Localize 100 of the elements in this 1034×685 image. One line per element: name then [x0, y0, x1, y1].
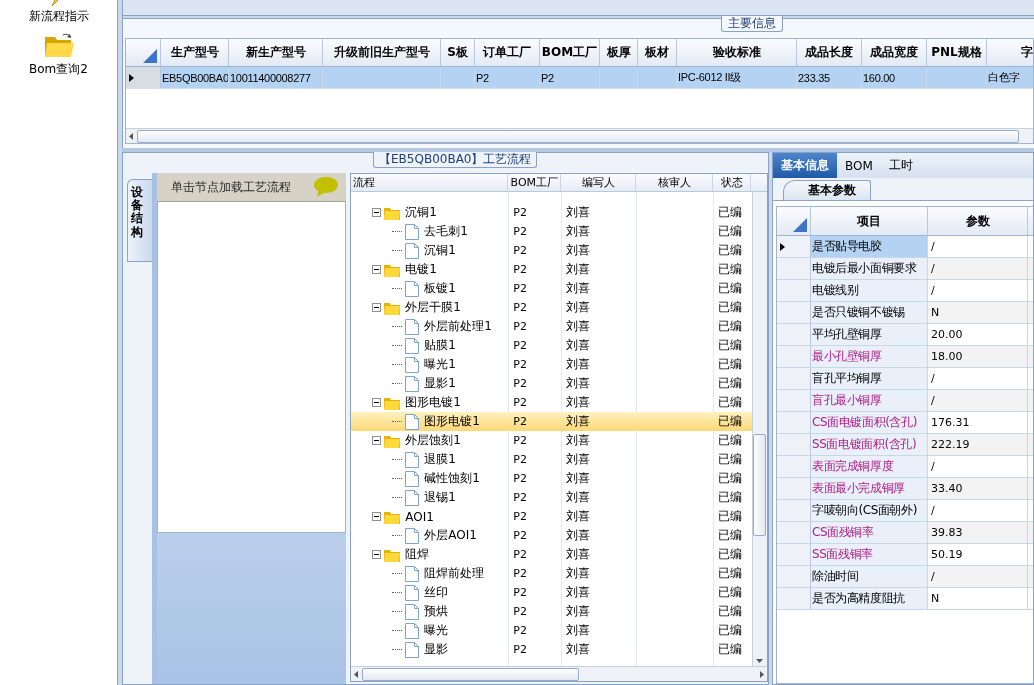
tree-node[interactable]: 退膜1 [422, 451, 458, 468]
column-header[interactable]: 板厚 [600, 39, 638, 66]
tree-node[interactable]: 贴膜1 [422, 337, 458, 354]
column-header[interactable]: 新生产型号 [229, 39, 323, 66]
column-header[interactable]: BOM工厂 [540, 39, 600, 66]
tree-row[interactable]: 退膜1 P2 刘喜 已编 [351, 450, 752, 469]
tree-row[interactable]: 曝光 P2 刘喜 已编 [351, 621, 752, 640]
tree-node[interactable]: 曝光 [422, 622, 451, 639]
tree-node[interactable]: 图形电镀1 [403, 394, 463, 411]
collapse-icon[interactable] [372, 512, 382, 521]
tree-row[interactable]: 板镀1 P2 刘喜 已编 [351, 279, 752, 298]
tree-row[interactable]: 图形电镀1 P2 刘喜 已编 [351, 412, 752, 431]
column-header[interactable]: 成品长度 [797, 39, 862, 66]
column-header[interactable]: 状态 [713, 174, 752, 191]
table-row[interactable]: 盲孔最小铜厚 / [777, 390, 1033, 412]
horizontal-scrollbar[interactable] [351, 666, 767, 681]
tree-row[interactable]: 阻焊前处理 P2 刘喜 已编 [351, 564, 752, 583]
tree-row[interactable]: 显影 P2 刘喜 已编 [351, 640, 752, 659]
table-row[interactable]: 表面最小完成铜厚 33.40 [777, 478, 1033, 500]
scrollbar-thumb[interactable] [753, 434, 767, 536]
table-row[interactable]: 平均孔壁铜厚 20.00 [777, 324, 1033, 346]
column-header[interactable]: 板材 [638, 39, 677, 66]
tab[interactable]: 基本信息 [773, 153, 837, 178]
tree-node[interactable]: 外层前处理1 [422, 318, 494, 335]
tree-node[interactable]: 外层蚀刻1 [403, 432, 463, 449]
tree-row[interactable]: 曝光1 P2 刘喜 已编 [351, 355, 752, 374]
tree-row[interactable]: 图形电镀1 P2 刘喜 已编 [351, 393, 752, 412]
tree-node[interactable]: 图形电镀1 [422, 413, 482, 430]
sub-tab[interactable]: 基本参数 [783, 180, 871, 200]
column-header[interactable]: BOM工厂 [508, 174, 562, 191]
scroll-left-icon[interactable] [353, 670, 361, 678]
tree-row[interactable]: 外层前处理1 P2 刘喜 已编 [351, 317, 752, 336]
column-header[interactable]: 生产型号 [161, 39, 229, 66]
tree-node[interactable]: 曝光1 [422, 356, 458, 373]
tree-row[interactable]: 碱性蚀刻1 P2 刘喜 已编 [351, 469, 752, 488]
tree-node[interactable]: 外层干膜1 [403, 299, 463, 316]
tree-node[interactable]: 去毛刺1 [422, 223, 470, 240]
tree-node[interactable]: 沉铜1 [422, 242, 458, 259]
table-row[interactable]: 字唛朝向(CS面朝外) / [777, 500, 1033, 522]
tree-node[interactable]: 外层AOI1 [422, 527, 479, 544]
tree-node[interactable]: 碱性蚀刻1 [422, 470, 482, 487]
table-row[interactable]: 最小孔壁铜厚 18.00 [777, 346, 1033, 368]
tree-row[interactable]: 丝印 P2 刘喜 已编 [351, 583, 752, 602]
tree-row[interactable]: 外层干膜1 P2 刘喜 已编 [351, 298, 752, 317]
column-header[interactable]: 流程 [351, 174, 509, 191]
table-row[interactable]: EB5QB00BA0 10011400008277 P2 P2 IPC-6012 II级 233.35 160.00 白色字 [126, 67, 1033, 89]
tree-row[interactable]: 沉铜1 P2 刘喜 已编 [351, 241, 752, 260]
tree-row[interactable]: 退锡1 P2 刘喜 已编 [351, 488, 752, 507]
table-row[interactable]: CS面电镀面积(含孔) 176.31 [777, 412, 1033, 434]
column-header[interactable]: 参数 [928, 207, 1028, 235]
collapse-icon[interactable] [372, 265, 382, 274]
tree-row[interactable]: 贴膜1 P2 刘喜 已编 [351, 336, 752, 355]
tree-row[interactable]: 外层蚀刻1 P2 刘喜 已编 [351, 431, 752, 450]
tree-row[interactable]: 去毛刺1 P2 刘喜 已编 [351, 222, 752, 241]
sidebar-item[interactable]: Bom查询2 [29, 61, 88, 78]
scroll-down-icon[interactable] [756, 657, 764, 664]
scrollbar-thumb[interactable] [362, 667, 580, 681]
table-row[interactable]: SS面残铜率 50.19 [777, 544, 1033, 566]
column-header[interactable]: PNL规格 [927, 39, 987, 66]
table-row[interactable]: SS面电镀面积(含孔) 222.19 [777, 434, 1033, 456]
column-header[interactable]: 字 [987, 39, 1033, 66]
tree-node[interactable]: 电镀1 [403, 261, 439, 278]
table-row[interactable]: 除油时间 / [777, 566, 1033, 588]
vertical-scrollbar[interactable] [752, 192, 767, 666]
column-header[interactable]: S板 [441, 39, 475, 66]
tree-node[interactable]: 沉铜1 [403, 204, 439, 221]
collapse-icon[interactable] [372, 303, 382, 312]
column-header[interactable]: 核审人 [636, 174, 714, 191]
tree-row[interactable]: 阻焊 P2 刘喜 已编 [351, 545, 752, 564]
table-row[interactable]: CS面残铜率 39.83 [777, 522, 1033, 544]
tree-node[interactable]: 阻焊 [403, 546, 432, 563]
column-header[interactable]: 成品宽度 [862, 39, 927, 66]
table-row[interactable]: 是否贴导电胶 / [777, 236, 1033, 258]
table-row[interactable]: 盲孔平均铜厚 / [777, 368, 1033, 390]
tree-row[interactable]: 沉铜1 P2 刘喜 已编 [351, 203, 752, 222]
table-row[interactable]: 是否只镀铜不镀锡 N [777, 302, 1033, 324]
scroll-left-icon[interactable] [128, 132, 135, 140]
collapse-icon[interactable] [372, 398, 382, 407]
scroll-right-icon[interactable] [758, 670, 765, 678]
tree-node[interactable]: 预烘 [422, 603, 451, 620]
column-header[interactable]: 验收标准 [677, 39, 797, 66]
table-row[interactable]: 表面完成铜厚度 / [777, 456, 1033, 478]
column-header[interactable]: 编写人 [561, 174, 637, 191]
tree-node[interactable]: 显影1 [422, 375, 458, 392]
tree-node[interactable]: 退锡1 [422, 489, 458, 506]
tree-row[interactable]: AOI1 P2 刘喜 已编 [351, 507, 752, 526]
collapse-icon[interactable] [372, 550, 382, 559]
tree-row[interactable]: 电镀1 P2 刘喜 已编 [351, 260, 752, 279]
tab[interactable]: 工时 [880, 153, 921, 178]
sidebar-item[interactable]: 新流程指示 [28, 8, 89, 25]
collapse-icon[interactable] [372, 208, 382, 217]
tree-row[interactable]: 显影1 P2 刘喜 已编 [351, 374, 752, 393]
table-row[interactable]: 电镀线别 / [777, 280, 1033, 302]
side-tab[interactable]: 设备结构 [127, 179, 152, 262]
tree-node[interactable]: 丝印 [422, 584, 451, 601]
column-header[interactable]: 订单工厂 [475, 39, 540, 66]
column-header[interactable]: 项目 [811, 207, 928, 235]
tree-node[interactable]: AOI1 [403, 509, 436, 524]
table-row[interactable]: 电镀后最小面铜要求 / [777, 258, 1033, 280]
tree-node[interactable]: 显影 [422, 641, 451, 658]
